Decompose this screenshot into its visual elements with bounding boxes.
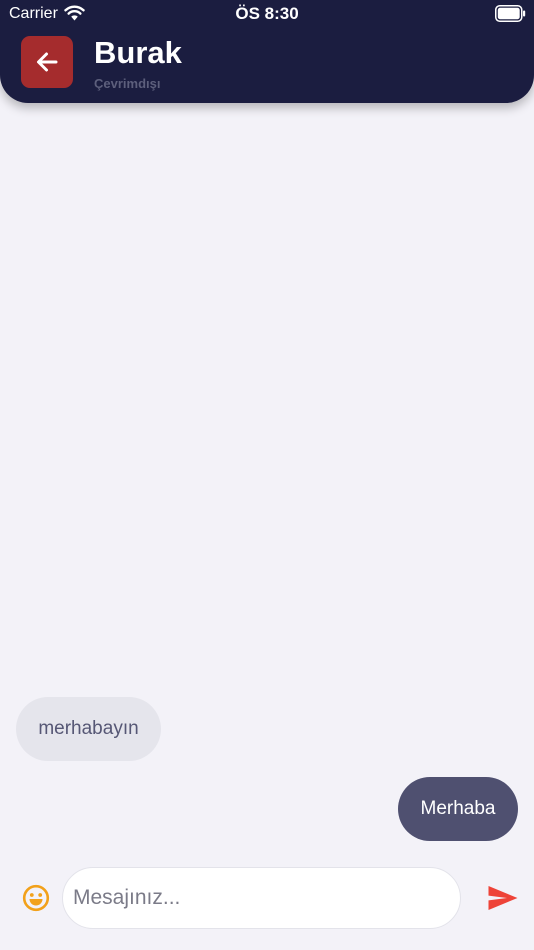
battery-icon (495, 5, 526, 22)
arrow-left-icon (37, 52, 58, 72)
clock-time: ÖS 8:30 (235, 4, 299, 23)
back-button[interactable] (21, 36, 73, 88)
message-bubble-sent: Merhaba (398, 777, 518, 841)
chat-header: Carrier ÖS 8:30 Burak Çevrimdışı (0, 0, 534, 103)
message-bubble-received: merhabayın (16, 697, 161, 761)
message-input[interactable] (73, 878, 448, 918)
status-bar: Carrier ÖS 8:30 (0, 0, 534, 28)
contact-name: Burak (94, 35, 182, 70)
send-icon[interactable] (487, 884, 519, 912)
smiley-icon[interactable] (22, 884, 50, 912)
chat-screen: Carrier ÖS 8:30 Burak Çevrimdışı merhaba… (0, 0, 534, 950)
contact-status: Çevrimdışı (94, 76, 161, 91)
message-field[interactable] (62, 867, 461, 929)
